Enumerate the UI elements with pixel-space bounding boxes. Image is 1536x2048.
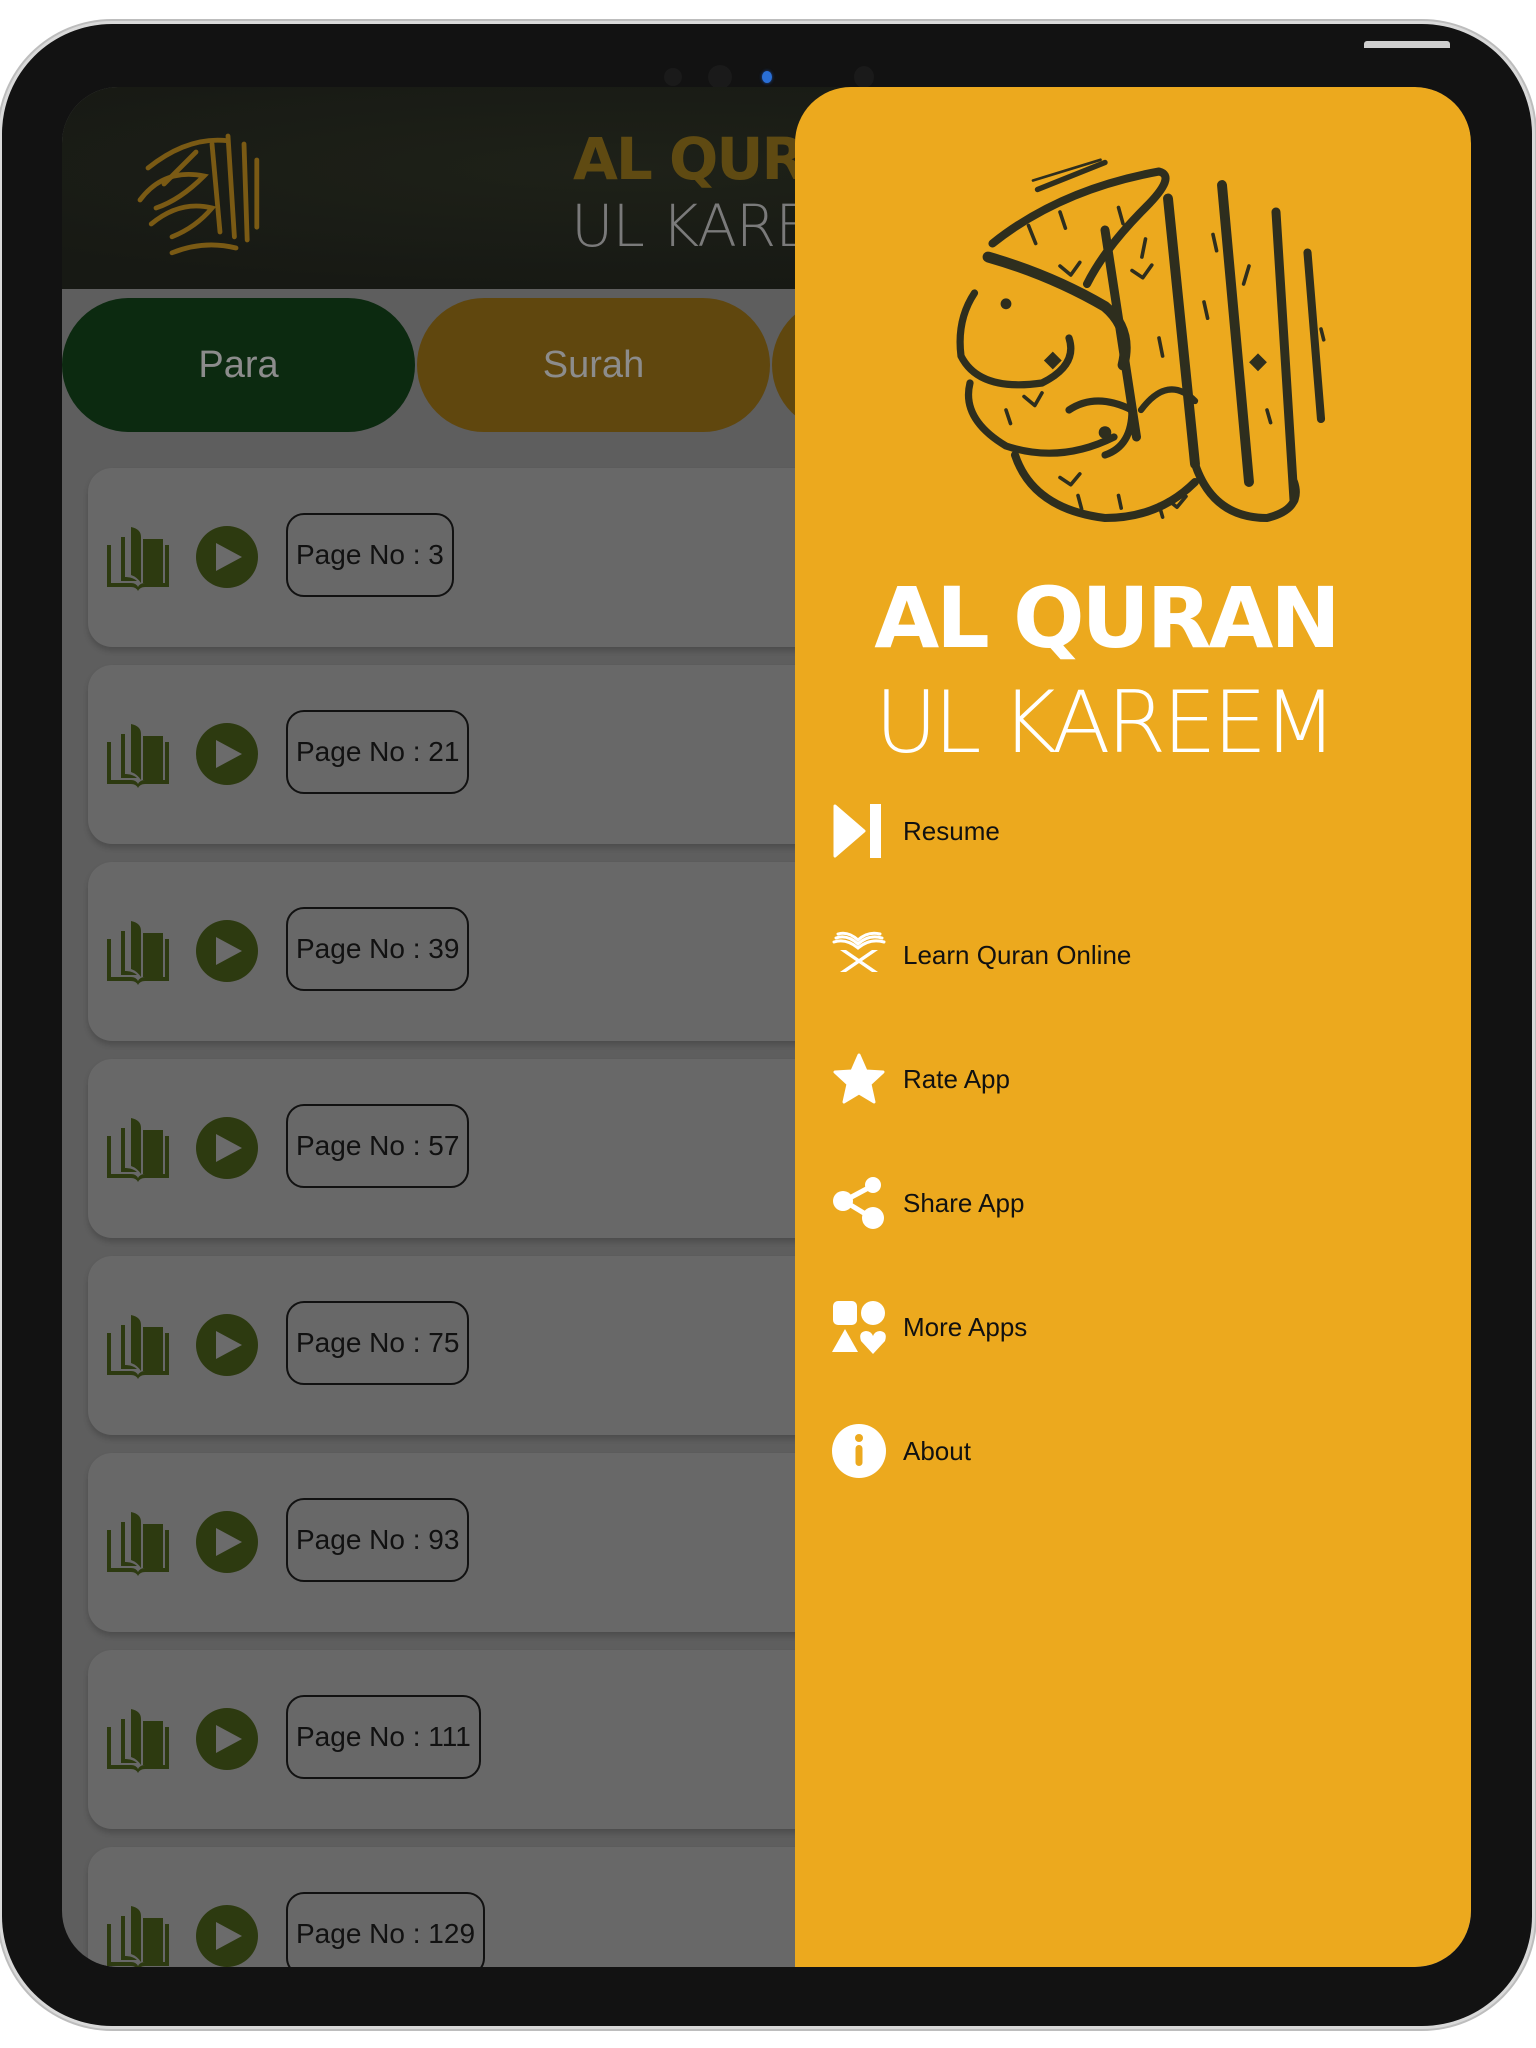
play-button[interactable]: [196, 723, 258, 785]
book-open-icon[interactable]: [107, 1904, 169, 1967]
menu-label: Resume: [903, 815, 1000, 846]
sensor-dot: [854, 66, 874, 88]
page-number-text: Page No : 21: [296, 736, 460, 767]
play-icon: [216, 1922, 242, 1950]
share-icon: [832, 1176, 886, 1230]
tab-surah[interactable]: Surah: [417, 298, 770, 432]
app-screen: AL QURAN UL KAREEM Para Surah Page No : …: [62, 87, 1471, 1967]
navigation-drawer: AL QURAN UL KAREEM Resume Learn Quran On…: [795, 87, 1471, 1967]
play-icon: [216, 937, 242, 965]
camera-indicator-light: [762, 71, 772, 83]
page-number-text: Page No : 39: [296, 933, 460, 964]
skip-next-icon: [832, 804, 886, 858]
page-number-text: Page No : 75: [296, 1327, 460, 1358]
page-number-badge[interactable]: Page No : 111: [286, 1695, 481, 1779]
page-number-badge[interactable]: Page No : 75: [286, 1301, 470, 1385]
page-number-text: Page No : 57: [296, 1130, 460, 1161]
menu-label: Learn Quran Online: [903, 939, 1132, 970]
menu-item-rate-app[interactable]: Rate App: [795, 1029, 1471, 1129]
menu-item-more-apps[interactable]: More Apps: [795, 1277, 1471, 1377]
quran-calligraphy-logo-icon: [137, 133, 260, 256]
page-number-badge[interactable]: Page No : 93: [286, 1498, 470, 1582]
book-open-icon[interactable]: [107, 1510, 169, 1576]
play-icon: [216, 1331, 242, 1359]
page-number-text: Page No : 3: [296, 539, 444, 570]
play-icon: [216, 543, 242, 571]
page-number-text: Page No : 129: [296, 1918, 476, 1949]
page-number-badge[interactable]: Page No : 129: [286, 1892, 486, 1967]
play-icon: [216, 740, 242, 768]
drawer-title-line2: UL KAREEM: [874, 673, 1338, 773]
power-button: [1364, 41, 1450, 48]
play-icon: [216, 1134, 242, 1162]
menu-item-share-app[interactable]: Share App: [795, 1153, 1471, 1253]
page-number-badge[interactable]: Page No : 21: [286, 710, 470, 794]
play-button[interactable]: [196, 1314, 258, 1376]
page-number-text: Page No : 93: [296, 1524, 460, 1555]
play-button[interactable]: [196, 1905, 258, 1967]
page-number-text: Page No : 111: [296, 1721, 471, 1752]
sensor-dot: [664, 68, 682, 86]
page-number-badge[interactable]: Page No : 3: [286, 513, 454, 597]
page-number-badge[interactable]: Page No : 57: [286, 1104, 470, 1188]
book-open-icon[interactable]: [107, 525, 169, 591]
shapes-icon: [832, 1300, 886, 1354]
book-open-icon[interactable]: [107, 919, 169, 985]
quran-calligraphy-logo-icon: [956, 158, 1326, 523]
book-open-icon[interactable]: [107, 1707, 169, 1773]
play-button[interactable]: [196, 1511, 258, 1573]
play-button[interactable]: [196, 1117, 258, 1179]
front-camera: [708, 65, 732, 89]
quran-stand-icon: [832, 928, 886, 982]
book-open-icon[interactable]: [107, 1313, 169, 1379]
play-button[interactable]: [196, 526, 258, 588]
menu-label: Rate App: [903, 1063, 1010, 1094]
drawer-title-line1: AL QURAN: [874, 569, 1340, 667]
menu-label: More Apps: [903, 1311, 1028, 1342]
info-icon: [832, 1424, 886, 1478]
menu-item-about[interactable]: About: [795, 1401, 1471, 1501]
book-open-icon[interactable]: [107, 1116, 169, 1182]
play-button[interactable]: [196, 920, 258, 982]
play-icon: [216, 1725, 242, 1753]
menu-label: Share App: [903, 1187, 1025, 1218]
play-button[interactable]: [196, 1708, 258, 1770]
book-open-icon[interactable]: [107, 722, 169, 788]
menu-item-learn-quran-online[interactable]: Learn Quran Online: [795, 905, 1471, 1005]
page-number-badge[interactable]: Page No : 39: [286, 907, 470, 991]
tab-para[interactable]: Para: [62, 298, 415, 432]
menu-label: About: [903, 1435, 971, 1466]
star-icon: [832, 1052, 886, 1106]
play-icon: [216, 1528, 242, 1556]
menu-item-resume[interactable]: Resume: [795, 781, 1471, 881]
